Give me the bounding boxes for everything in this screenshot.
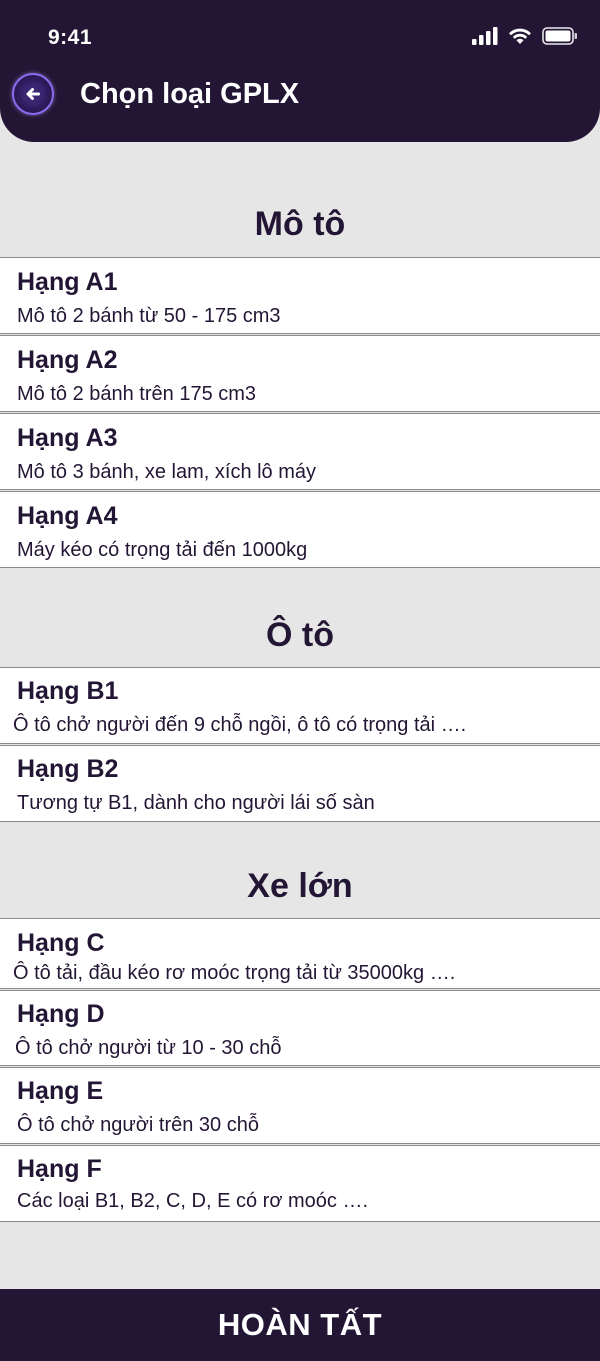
item-name: Hạng C — [17, 929, 105, 957]
item-name: Hạng A1 — [17, 268, 118, 296]
item-name: Hạng A4 — [17, 502, 118, 530]
section-title-xe-lon: Xe lớn — [247, 867, 353, 905]
item-desc: Ô tô chở người từ 10 - 30 chỗ — [15, 1037, 282, 1059]
item-name: Hạng D — [17, 1000, 105, 1028]
item-name: Hạng A3 — [17, 424, 118, 452]
status-icons — [472, 26, 578, 46]
item-desc: Mô tô 3 bánh, xe lam, xích lô máy — [17, 461, 317, 483]
status-time: 9:41 — [48, 26, 93, 49]
page-title: Chọn loại GPLX — [80, 78, 300, 110]
item-desc: Máy kéo có trọng tải đến 1000kg — [17, 539, 308, 561]
app-header: 9:41 Chọn loại GPLX — [0, 0, 600, 142]
item-name: Hạng F — [17, 1155, 102, 1183]
license-item-a2[interactable]: Hạng A2 Mô tô 2 bánh trên 175 cm3 — [0, 335, 600, 412]
license-item-b1[interactable]: Hạng B1 Ô tô chở người đến 9 chỗ ngồi, ô… — [0, 667, 600, 744]
item-desc: Tương tự B1, dành cho người lái số sàn — [17, 792, 375, 814]
item-desc: Mô tô 2 bánh từ 50 - 175 cm3 — [17, 305, 281, 327]
wifi-icon — [509, 28, 531, 44]
item-desc: Các loại B1, B2, C, D, E có rơ moóc …. — [17, 1190, 369, 1212]
item-desc: Mô tô 2 bánh trên 175 cm3 — [17, 383, 257, 405]
item-name: Hạng B1 — [17, 677, 119, 705]
done-button[interactable]: HOÀN TẤT — [0, 1289, 600, 1361]
license-item-d[interactable]: Hạng D Ô tô chở người từ 10 - 30 chỗ — [0, 990, 600, 1066]
item-desc: Ô tô chở người trên 30 chỗ — [17, 1114, 259, 1136]
back-button[interactable] — [12, 73, 54, 115]
item-desc: Ô tô chở người đến 9 chỗ ngồi, ô tô có t… — [13, 714, 467, 736]
section-title-moto: Mô tô — [254, 205, 346, 243]
item-name: Hạng A2 — [17, 346, 118, 374]
item-name: Hạng B2 — [17, 755, 119, 783]
arrow-left-icon — [21, 82, 45, 106]
license-item-b2[interactable]: Hạng B2 Tương tự B1, dành cho người lái … — [0, 745, 600, 822]
battery-icon — [542, 27, 577, 45]
section-title-oto: Ô tô — [266, 616, 334, 654]
license-item-e[interactable]: Hạng E Ô tô chở người trên 30 chỗ — [0, 1067, 600, 1144]
item-name: Hạng E — [17, 1077, 104, 1105]
item-desc: Ô tô tải, đầu kéo rơ moóc trọng tải từ 3… — [13, 962, 456, 984]
cellular-signal-icon — [472, 27, 498, 45]
license-item-c[interactable]: Hạng C Ô tô tải, đầu kéo rơ moóc trọng t… — [0, 918, 600, 989]
license-item-a3[interactable]: Hạng A3 Mô tô 3 bánh, xe lam, xích lô má… — [0, 413, 600, 490]
license-item-a1[interactable]: Hạng A1 Mô tô 2 bánh từ 50 - 175 cm3 — [0, 257, 600, 334]
license-item-a4[interactable]: Hạng A4 Máy kéo có trọng tải đến 1000kg — [0, 491, 600, 568]
license-item-f[interactable]: Hạng F Các loại B1, B2, C, D, E có rơ mo… — [0, 1145, 600, 1222]
